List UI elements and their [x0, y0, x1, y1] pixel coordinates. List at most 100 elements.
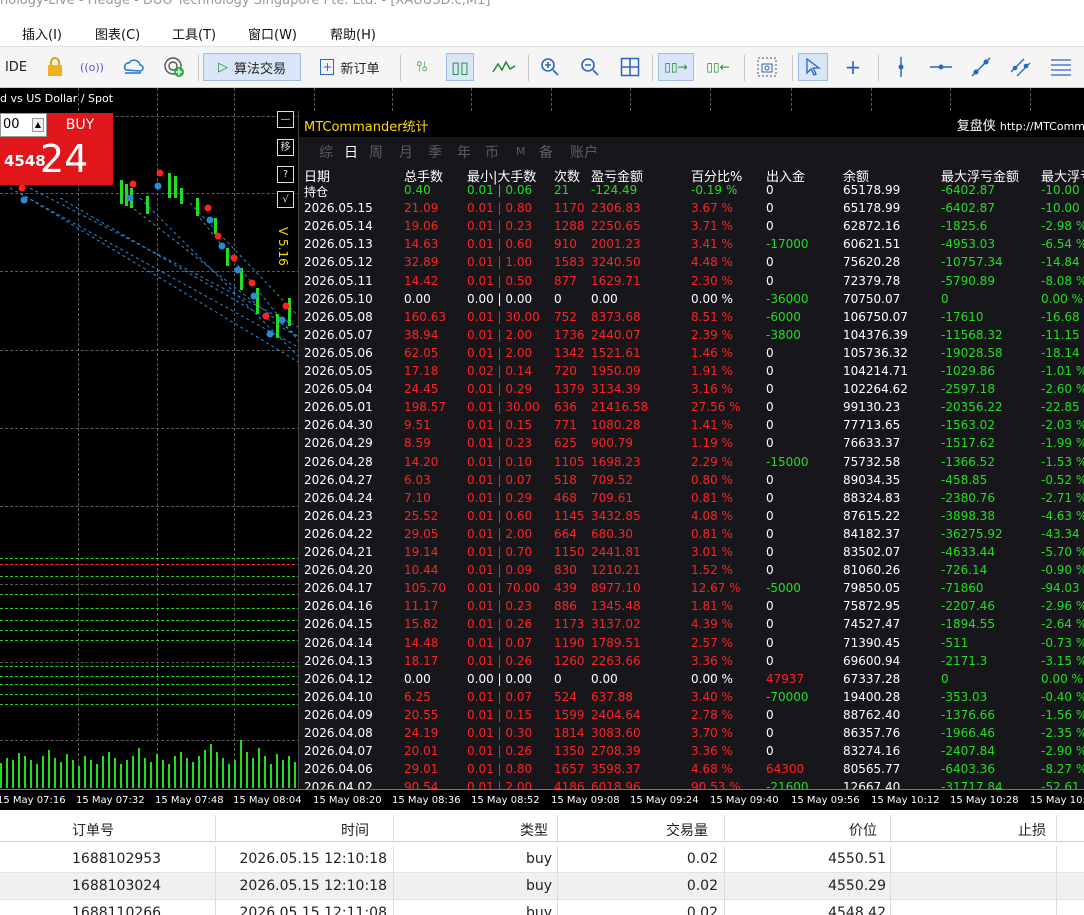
crosshair-icon[interactable]: +: [838, 53, 868, 81]
cloud-icon[interactable]: [120, 53, 146, 81]
stats-cell-maxddpct: -4.63 %: [1041, 508, 1084, 523]
buy-button[interactable]: BUY: [47, 113, 113, 137]
ide-label: IDE: [4, 59, 28, 75]
order-cell-volume: 0.02: [686, 905, 718, 915]
tab-account[interactable]: 账户: [570, 142, 598, 162]
ide-button[interactable]: IDE: [2, 53, 30, 81]
menu-help[interactable]: 帮助(H): [330, 24, 376, 43]
zoom-out-icon[interactable]: [576, 53, 604, 81]
order-cell-volume: 0.02: [686, 851, 718, 867]
stats-cell-balance: 81060.26: [843, 563, 901, 578]
chart-shift-icon[interactable]: ▯▯←: [700, 53, 736, 81]
lot-spinner-up-icon[interactable]: ▲: [32, 118, 44, 132]
tab-magic[interactable]: M: [516, 145, 526, 158]
stats-cell-balance: 89034.35: [843, 472, 901, 487]
order-cell-time: 2026.05.15 12:11:08: [239, 905, 388, 915]
minimize-panel-button[interactable]: —: [277, 111, 294, 128]
trend-line-icon[interactable]: [966, 53, 996, 81]
stats-cell-count: 1288: [554, 219, 585, 234]
stats-cell-minmax: 0.01 | 0.80: [467, 762, 533, 777]
stats-cell-date: 2026.05.06: [304, 345, 373, 360]
stats-cell-lots: 32.89: [404, 255, 439, 270]
col-order-id[interactable]: 订单号: [72, 820, 114, 840]
cursor-icon[interactable]: [798, 53, 828, 81]
stats-cell-minmax: 0.01 | 0.50: [467, 273, 533, 288]
time-tick: 15 May 09:08: [551, 795, 620, 806]
stats-cell-balance: 60621.51: [843, 237, 901, 252]
col-type[interactable]: 类型: [520, 820, 548, 840]
col-time[interactable]: 时间: [341, 820, 369, 840]
table-row[interactable]: 1688110266 2026.05.15 12:11:08 buy 0.02 4548…: [0, 900, 1084, 915]
stats-cell-balance: 76633.37: [843, 436, 901, 451]
col-volume[interactable]: 交易量: [666, 820, 708, 840]
tab-daily[interactable]: 日: [344, 142, 358, 162]
tile-windows-icon[interactable]: [616, 53, 644, 81]
tab-summary[interactable]: 综: [319, 142, 333, 162]
lock-icon[interactable]: [42, 53, 68, 81]
stats-cell-balance: 72379.78: [843, 273, 901, 288]
lot-size-value: 00: [3, 117, 20, 132]
buy-price-button[interactable]: 4548 24: [0, 137, 113, 185]
stats-cell-count: 439: [554, 581, 577, 596]
stats-cell-maxddpct: -5.70 %: [1041, 545, 1084, 559]
stats-cell-flow: 0: [766, 635, 774, 650]
screenshot-icon[interactable]: [752, 53, 782, 81]
menu-charts[interactable]: 图表(C): [95, 24, 140, 43]
stats-cell-minmax: 0.01 | 0.60: [467, 237, 533, 252]
tab-currency[interactable]: 币: [485, 142, 499, 162]
target-plus-icon[interactable]: [160, 53, 188, 81]
tab-yearly[interactable]: 年: [457, 142, 471, 162]
col-price[interactable]: 价位: [849, 820, 877, 840]
stats-cell-count: 720: [554, 364, 577, 378]
signal-icon[interactable]: ((o)): [80, 53, 104, 81]
algo-trading-button[interactable]: ▷ 算法交易: [203, 53, 301, 81]
vertical-line-icon[interactable]: [886, 53, 916, 81]
stats-cell-date: 2026.04.27: [304, 472, 373, 487]
stats-cell-pct: 2.78 %: [691, 707, 733, 722]
price-chart[interactable]: d vs US Dollar / Spot 00 ▲ BUY 4548 24 —…: [0, 88, 1084, 810]
zoom-in-icon[interactable]: [536, 53, 564, 81]
algo-trading-label: 算法交易: [233, 61, 286, 77]
tab-weekly[interactable]: 周: [369, 142, 383, 162]
tab-monthly[interactable]: 月: [399, 142, 413, 162]
line-chart-icon[interactable]: [488, 53, 520, 81]
stats-cell-date: 2026.04.10: [304, 689, 373, 704]
stats-cell-flow: 0: [766, 201, 774, 216]
stats-cell-count: 752: [554, 309, 577, 324]
stats-cell-maxddpct: -0.73 %: [1041, 635, 1084, 650]
stats-cell-count: 518: [554, 472, 577, 487]
stats-cell-maxdd: -10757.34: [941, 255, 1003, 270]
stats-cell-count: 468: [554, 490, 577, 505]
horizontal-line-icon[interactable]: [926, 53, 956, 81]
stats-cell-count: 771: [554, 418, 577, 433]
tab-notes[interactable]: 备: [539, 142, 553, 162]
menu-tools[interactable]: 工具(T): [172, 24, 216, 43]
stats-cell-flow: 0: [766, 526, 774, 541]
confirm-panel-button[interactable]: √: [277, 191, 294, 208]
stats-cell-balance: 75732.58: [843, 454, 901, 469]
stats-cell-pnl: 6018.96: [591, 780, 641, 789]
stats-row: 2026.04.30 9.51 0.01 | 0.15 771 1080.28 1.41 …: [299, 418, 1084, 434]
menu-insert[interactable]: 插入(I): [22, 24, 62, 43]
stats-cell-flow: 0: [766, 183, 774, 197]
stats-cell-date: 2026.04.09: [304, 707, 373, 722]
move-panel-button[interactable]: 移: [277, 139, 294, 156]
menu-window[interactable]: 窗口(W): [248, 24, 297, 43]
fibonacci-icon[interactable]: [1046, 53, 1076, 81]
auto-scroll-icon[interactable]: ▯▯→: [658, 53, 694, 81]
lot-size-input[interactable]: 00 ▲: [0, 113, 47, 137]
candlestick-icon[interactable]: ▯▯: [446, 53, 474, 81]
stats-cell-maxddpct: -14.84: [1041, 255, 1080, 270]
bar-chart-icon[interactable]: ⫯⫰: [408, 53, 436, 81]
table-row[interactable]: 1688102953 2026.05.15 12:10:18 buy 0.02 4550…: [0, 846, 1084, 873]
table-row[interactable]: 1688103024 2026.05.15 12:10:18 buy 0.02 4550…: [0, 873, 1084, 900]
stats-cell-maxdd: -726.14: [941, 563, 988, 578]
col-stop-loss[interactable]: 止损: [1018, 820, 1046, 840]
channel-icon[interactable]: [1006, 53, 1036, 81]
stats-cell-maxddpct: -2.03 %: [1041, 418, 1084, 433]
stats-cell-balance: 87615.22: [843, 508, 901, 523]
new-order-button[interactable]: + 新订单: [310, 53, 390, 81]
help-panel-button[interactable]: ?: [277, 166, 294, 183]
tab-quarterly[interactable]: 季: [428, 142, 442, 162]
panel-brand[interactable]: 复盘侠 http://MTComm: [957, 115, 1084, 134]
